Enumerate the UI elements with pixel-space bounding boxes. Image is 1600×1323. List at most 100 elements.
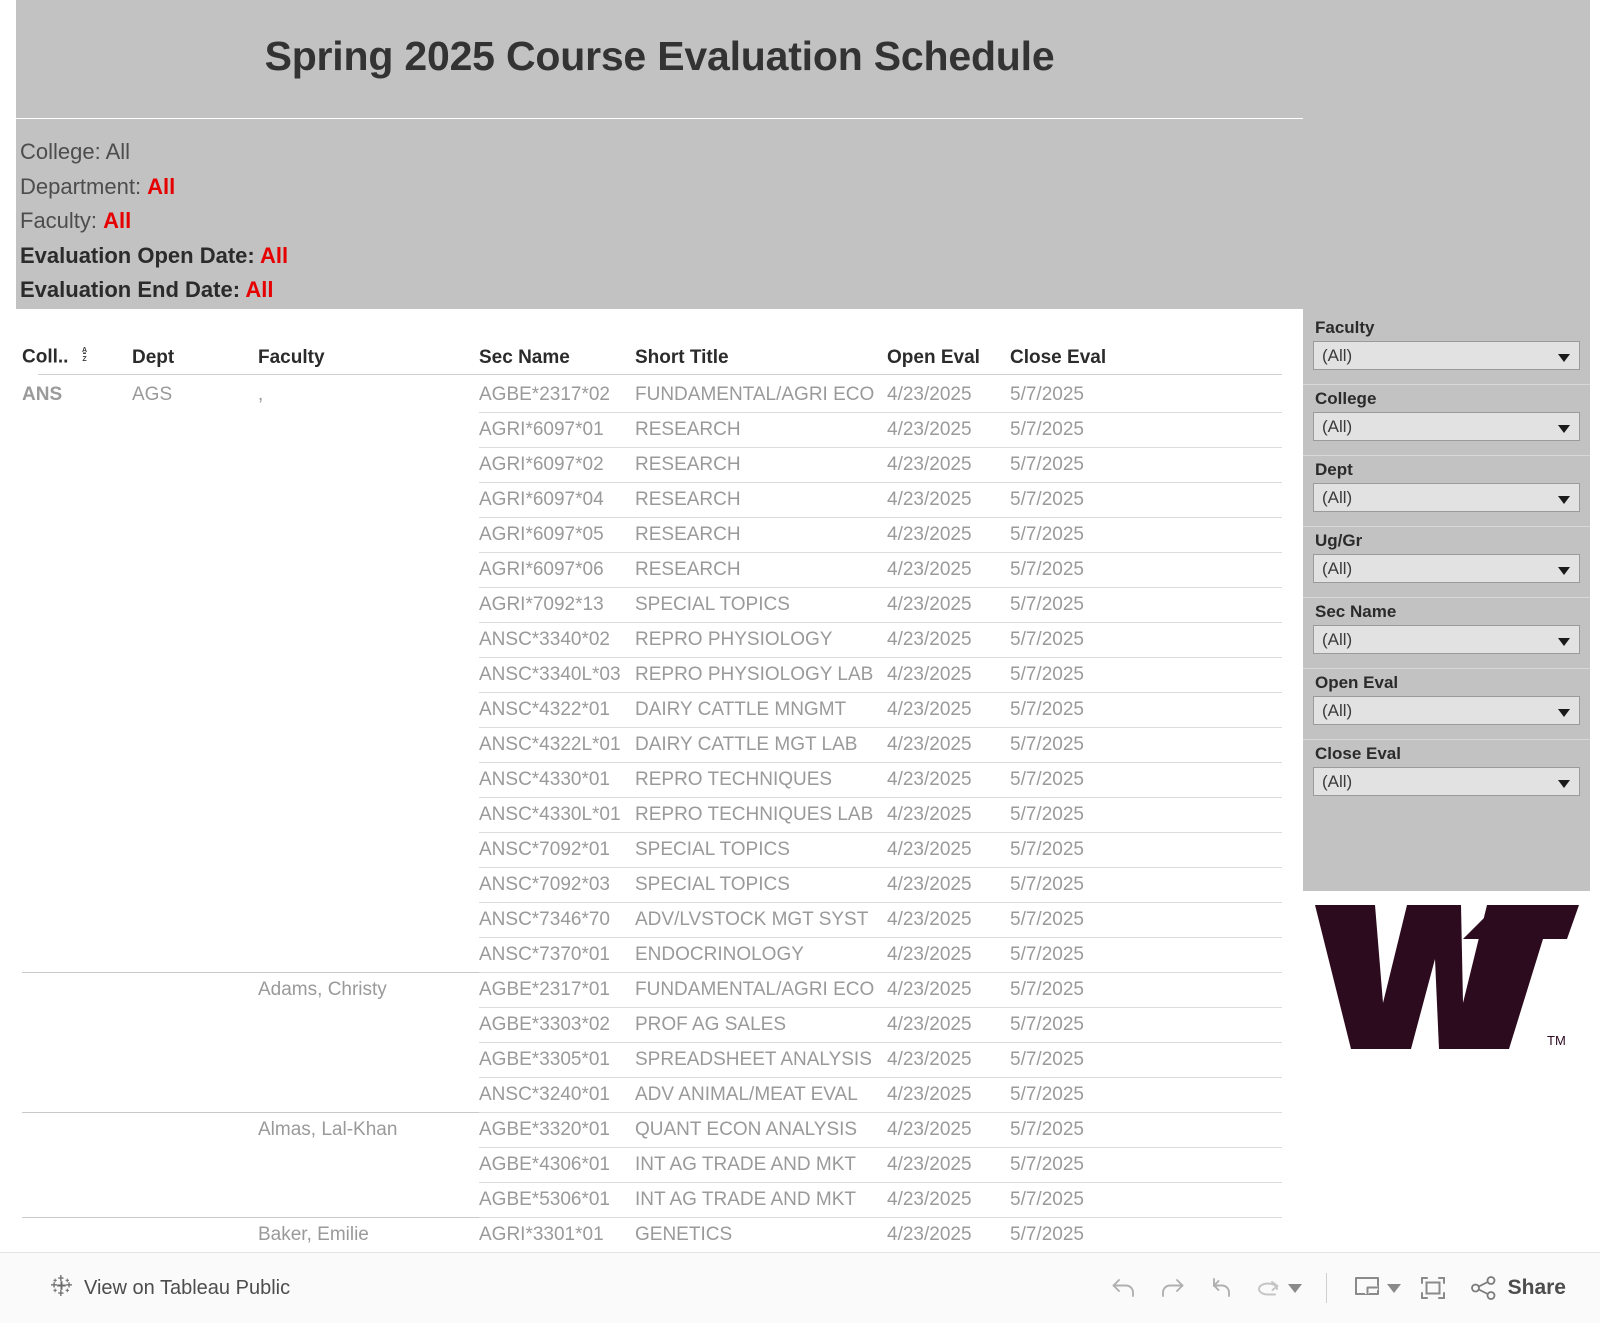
cell-short-title: SPECIAL TOPICS [635,587,887,623]
table-row[interactable]: AGBE*5306*01 INT AG TRADE AND MKT 4/23/202… [22,1182,1282,1218]
cell-dept [132,833,258,868]
filter-selected-value: (All) [1322,558,1353,578]
course-table-container[interactable]: Coll.. A Z Dept Faculty Sec Name Short T… [16,310,1303,1248]
cell-short-title: RESEARCH [635,482,887,518]
column-header-faculty[interactable]: Faculty [258,310,479,378]
table-row[interactable]: ANSC*4322*01 DAIRY CATTLE MNGMT 4/23/2025 5… [22,692,1282,728]
table-row[interactable]: ANSC*7346*70 ADV/LVSTOCK MGT SYST 4/23/202… [22,902,1282,938]
table-row[interactable]: ANSC*4330*01 REPRO TECHNIQUES 4/23/2025 5/7… [22,762,1282,798]
share-button[interactable]: Share [1469,1275,1566,1301]
cell-faculty [258,483,479,518]
chevron-down-icon[interactable] [1558,353,1570,362]
table-row[interactable]: AGRI*6097*01 RESEARCH 4/23/2025 5/7/2025 [22,412,1282,448]
cell-dept [132,623,258,658]
filter-ug-gr: Ug/Gr (All) [1303,527,1590,597]
column-header-dept[interactable]: Dept [132,310,258,378]
cell-open-eval: 4/23/2025 [887,517,1010,553]
cell-college: ANS [22,384,63,405]
filter-label: Faculty [1315,318,1375,337]
cell-dept: AGS [132,384,173,405]
toolbar-actions: Share [1100,1268,1566,1308]
table-row[interactable]: Baker, Emilie AGRI*3301*01 GENETICS 4/23/20… [22,1217,1282,1248]
cell-faculty [258,938,479,973]
cell-short-title: RESEARCH [635,447,887,483]
cell-college [22,623,132,658]
chevron-down-icon[interactable] [1558,637,1570,646]
filter-selected-value: (All) [1322,487,1353,507]
filter-dropdown[interactable]: (All) [1313,483,1580,512]
download-dropdown-caret[interactable] [1386,1283,1401,1293]
filter-summary-list: College: All Department: All Faculty: All E… [20,135,1303,308]
refresh-dropdown-caret[interactable] [1287,1283,1302,1293]
column-header-college-label: Coll.. [22,346,69,368]
undo-button[interactable] [1100,1268,1148,1308]
cell-college [22,1217,132,1248]
column-header-sec-name[interactable]: Sec Name [479,310,635,378]
table-row[interactable]: ANSC*7092*01 SPECIAL TOPICS 4/23/2025 5/7/2… [22,832,1282,868]
redo-button[interactable] [1148,1268,1196,1308]
filter-label: Dept [1315,460,1353,479]
cell-dept [132,413,258,448]
column-header-close-eval[interactable]: Close Eval [1010,310,1282,378]
table-row[interactable]: AGRI*6097*06 RESEARCH 4/23/2025 5/7/2025 [22,552,1282,588]
table-row[interactable]: ANSC*4322L*01 DAIRY CATTLE MGT LAB 4/23/20… [22,727,1282,763]
filter-dropdown[interactable]: (All) [1313,554,1580,583]
filter-faculty: Faculty (All) [1303,314,1590,384]
cell-close-eval: 5/7/2025 [1010,762,1282,798]
filter-dropdown[interactable]: (All) [1313,767,1580,796]
table-row[interactable]: AGRI*6097*02 RESEARCH 4/23/2025 5/7/2025 [22,447,1282,483]
refresh-button[interactable] [1244,1268,1292,1308]
table-row[interactable]: AGBE*3303*02 PROF AG SALES 4/23/2025 5/7/20… [22,1007,1282,1043]
sort-az-icon[interactable]: A Z [78,345,91,368]
table-row[interactable]: AGRI*6097*04 RESEARCH 4/23/2025 5/7/2025 [22,482,1282,518]
column-header-college[interactable]: Coll.. A Z [22,310,132,378]
tableau-dashboard: Spring 2025 Course Evaluation Schedule C… [0,0,1600,1323]
cell-dept [132,588,258,623]
table-row[interactable]: Almas, Lal-Khan AGBE*3320*01 QUANT ECON AN… [22,1112,1282,1148]
cell-close-eval: 5/7/2025 [1010,587,1282,623]
cell-faculty [258,693,479,728]
column-header-open-eval[interactable]: Open Eval [887,310,1010,378]
filter-dropdown[interactable]: (All) [1313,412,1580,441]
table-row[interactable]: ANSC*7092*03 SPECIAL TOPICS 4/23/2025 5/7/2… [22,867,1282,903]
cell-faculty [258,798,479,833]
filter-dropdown[interactable]: (All) [1313,341,1580,370]
cell-college [22,868,132,903]
chevron-down-icon[interactable] [1558,779,1570,788]
table-row[interactable]: AGRI*6097*05 RESEARCH 4/23/2025 5/7/2025 [22,517,1282,553]
share-label: Share [1507,1276,1566,1299]
filter-dropdown[interactable]: (All) [1313,696,1580,725]
cell-faculty [258,903,479,938]
table-row[interactable]: ANSC*3340*02 REPRO PHYSIOLOGY 4/23/2025 5/7… [22,622,1282,658]
table-row[interactable]: ANSC*3240*01 ADV ANIMAL/MEAT EVAL 4/23/202… [22,1077,1282,1113]
cell-sec-name: ANSC*4322L*01 [479,727,635,763]
fullscreen-button[interactable] [1409,1268,1457,1308]
table-row[interactable]: ANSC*4330L*01 REPRO TECHNIQUES LAB 4/23/20… [22,797,1282,833]
table-row[interactable]: AGBE*3305*01 SPREADSHEET ANALYSIS 4/23/202… [22,1042,1282,1078]
table-row[interactable]: AGRI*7092*13 SPECIAL TOPICS 4/23/2025 5/7/2… [22,587,1282,623]
chevron-down-icon[interactable] [1558,708,1570,717]
cell-short-title: SPECIAL TOPICS [635,832,887,868]
table-row[interactable]: AGBE*4306*01 INT AG TRADE AND MKT 4/23/202… [22,1147,1282,1183]
download-button[interactable] [1343,1268,1391,1308]
view-on-tableau-public-link[interactable]: View on Tableau Public [49,1273,290,1303]
filter-selected-value: (All) [1322,700,1353,720]
filter-dropdown[interactable]: (All) [1313,625,1580,654]
table-row[interactable]: Adams, Christy AGBE*2317*01 FUNDAMENTAL/AG… [22,972,1282,1008]
filter-label: Ug/Gr [1315,531,1363,550]
filter-college: College (All) [1303,385,1590,455]
column-header-short-title[interactable]: Short Title [635,310,887,378]
chevron-down-icon[interactable] [1558,495,1570,504]
cell-sec-name: AGBE*4306*01 [479,1147,635,1183]
cell-short-title: REPRO PHYSIOLOGY LAB [635,657,887,693]
cell-faculty [258,1148,479,1183]
cell-dept [132,1148,258,1183]
table-row[interactable]: ANSC*7370*01 ENDOCRINOLOGY 4/23/2025 5/7/20… [22,937,1282,973]
table-row[interactable]: ANS AGS, AGBE*2317*02 FUNDAMENTAL/AGRI ECO 4… [22,378,1282,413]
cell-short-title: GENETICS [635,1217,887,1248]
table-row[interactable]: ANSC*3340L*03 REPRO PHYSIOLOGY LAB 4/23/20… [22,657,1282,693]
revert-button[interactable] [1196,1268,1244,1308]
chevron-down-icon[interactable] [1558,424,1570,433]
chevron-down-icon[interactable] [1558,566,1570,575]
share-icon [1470,1276,1496,1300]
